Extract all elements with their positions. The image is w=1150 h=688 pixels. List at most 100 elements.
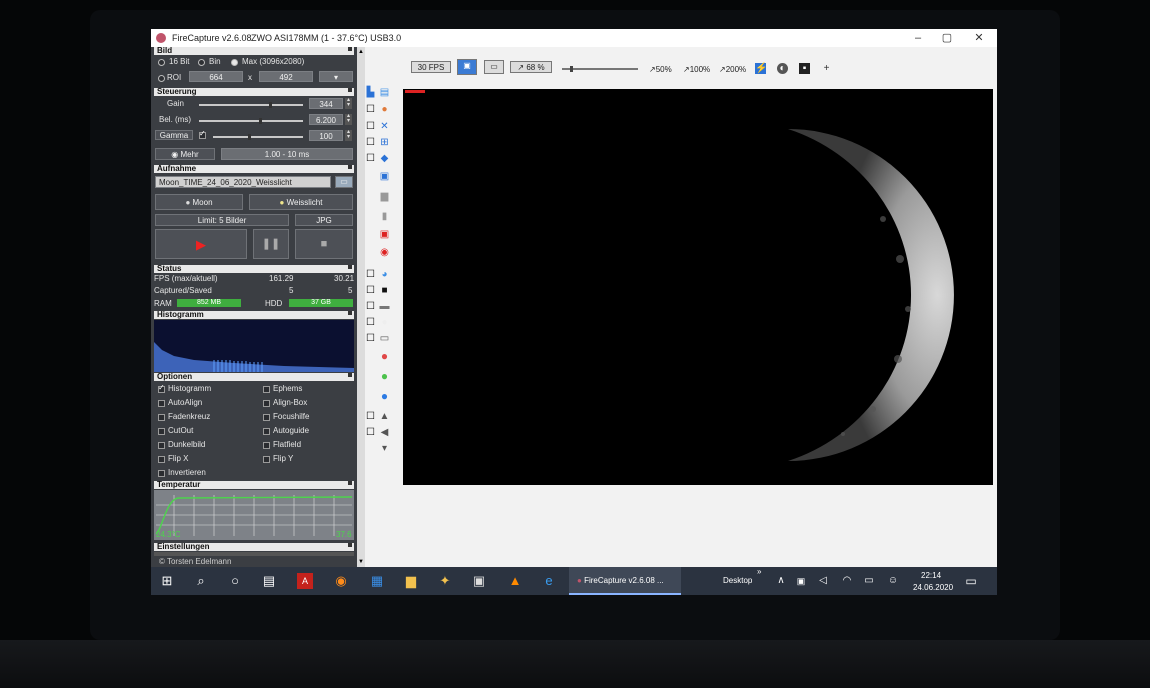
section-optionen-header[interactable]: Optionen xyxy=(154,373,354,381)
circle-icon[interactable]: ● xyxy=(379,317,390,328)
histogram-tool-icon[interactable]: ▙ xyxy=(365,87,376,98)
option-checkbox[interactable] xyxy=(263,400,270,407)
section-temperatur-header[interactable]: Temperatur xyxy=(154,481,354,489)
checkbox-icon[interactable]: ☐ xyxy=(365,137,376,148)
bar-tool-icon[interactable]: ▤ xyxy=(379,87,390,98)
pause-button[interactable]: ❚❚ xyxy=(253,229,289,259)
blue-filter-icon[interactable]: ● xyxy=(379,390,390,402)
option-checkbox[interactable] xyxy=(158,442,165,449)
gain-slider[interactable] xyxy=(199,102,303,108)
zoom-100-button[interactable]: ↗100% xyxy=(683,65,710,74)
windows-start-icon[interactable]: ⊞ xyxy=(159,573,175,589)
palette-icon[interactable]: ● xyxy=(379,104,390,115)
globe-icon[interactable]: ◐ xyxy=(777,63,788,74)
camera-icon[interactable]: ▣ xyxy=(379,171,390,182)
scroll-down-icon[interactable]: ▼ xyxy=(358,559,364,565)
show-hidden-icons[interactable]: ∧ xyxy=(773,573,789,589)
zoom-slider[interactable] xyxy=(562,66,638,72)
color-wheel-icon[interactable]: ◕ xyxy=(379,269,390,280)
clock-date[interactable]: 24.06.2020 xyxy=(913,583,953,592)
frame-icon[interactable]: ▬ xyxy=(379,301,390,312)
desktop-toolbar[interactable]: Desktop xyxy=(723,576,752,585)
slider-knob[interactable] xyxy=(259,118,262,124)
marker-icon[interactable]: ◆ xyxy=(379,153,390,164)
option-checkbox[interactable] xyxy=(263,442,270,449)
pdf-icon[interactable]: A xyxy=(297,573,313,589)
taskbar-firecapture-app[interactable]: ● FireCapture v2.6.08 ... xyxy=(569,567,681,595)
collapse-icon[interactable] xyxy=(348,481,352,485)
roi-width-field[interactable]: 664 xyxy=(189,71,243,82)
option-checkbox[interactable] xyxy=(263,456,270,463)
battery-icon[interactable]: ▭ xyxy=(861,573,877,589)
limit-button[interactable]: Limit: 5 Bilder xyxy=(155,214,289,226)
image-preview[interactable] xyxy=(403,89,993,485)
database-icon[interactable]: ▮ xyxy=(379,211,390,222)
checkbox-icon[interactable]: ☐ xyxy=(365,317,376,328)
slider-knob[interactable] xyxy=(570,66,573,72)
record-button[interactable]: ▶ xyxy=(155,229,247,259)
option-checkbox[interactable] xyxy=(263,386,270,393)
search-icon[interactable]: ⌕ xyxy=(193,573,209,589)
volume-icon[interactable]: ◁ xyxy=(815,573,831,589)
fps-button[interactable]: 30 FPS xyxy=(411,61,451,73)
collapse-icon[interactable] xyxy=(348,311,352,315)
radio-bin[interactable] xyxy=(198,59,205,66)
roi-dropdown[interactable]: ▾ xyxy=(319,71,353,82)
calendar-icon[interactable]: ▦ xyxy=(369,573,385,589)
checkbox-icon[interactable]: ☐ xyxy=(365,427,376,438)
folder-icon[interactable]: ▭ xyxy=(335,176,353,188)
store-icon[interactable]: ▣ xyxy=(471,573,487,589)
minimize-button[interactable]: – xyxy=(905,31,931,45)
collapse-icon[interactable] xyxy=(348,165,352,169)
slider-knob[interactable] xyxy=(248,134,251,140)
option-checkbox[interactable] xyxy=(158,383,165,393)
collapse-icon[interactable] xyxy=(348,47,352,51)
exposure-value[interactable]: 6.200 xyxy=(309,114,343,125)
collapse-icon[interactable] xyxy=(348,373,352,377)
gamma-slider[interactable] xyxy=(213,134,303,140)
firefox-icon[interactable]: ◉ xyxy=(333,573,349,589)
align-icon[interactable]: ⊞ xyxy=(379,137,390,148)
section-bild-header[interactable]: Bild xyxy=(154,47,354,55)
section-histogramm-header[interactable]: Histogramm xyxy=(154,311,354,319)
radio-roi[interactable] xyxy=(158,75,165,82)
option-checkbox[interactable] xyxy=(158,428,165,435)
spin-arrows-icon[interactable]: ▴ ▾ xyxy=(345,129,352,141)
cortana-icon[interactable]: ○ xyxy=(227,573,243,589)
roi-height-field[interactable]: 492 xyxy=(259,71,313,82)
moon-profile-button[interactable]: ● Moon xyxy=(155,194,243,210)
slider-knob[interactable] xyxy=(269,102,272,108)
roi-tool-icon[interactable]: ▣ xyxy=(379,229,390,240)
edge-icon[interactable]: e xyxy=(541,573,557,589)
clock-time[interactable]: 22:14 xyxy=(921,571,941,580)
collapse-icon[interactable] xyxy=(348,543,352,547)
format-button[interactable]: JPG xyxy=(295,214,353,226)
black-box-icon[interactable]: ■ xyxy=(379,285,390,296)
radio-max[interactable] xyxy=(231,59,238,66)
gamma-button[interactable]: Gamma xyxy=(155,130,193,140)
screenshot-icon[interactable]: ▪ xyxy=(799,63,810,74)
zoom-level[interactable]: ↗ 68 % xyxy=(510,61,552,73)
vlc-icon[interactable]: ▲ xyxy=(507,573,523,589)
display-icon[interactable]: ▭ xyxy=(379,333,390,344)
green-filter-icon[interactable]: ● xyxy=(379,370,390,382)
weisslicht-profile-button[interactable]: ● Weisslicht xyxy=(249,194,353,210)
fit-view-icon[interactable]: ▣ xyxy=(457,59,477,75)
checkbox-icon[interactable]: ☐ xyxy=(365,153,376,164)
star-tool-icon[interactable]: ✦ xyxy=(437,573,453,589)
notifications-icon[interactable]: ▭ xyxy=(963,573,979,589)
exposure-range[interactable]: 1.00 - 10 ms xyxy=(221,148,353,160)
spin-arrows-icon[interactable]: ▴ ▾ xyxy=(345,113,352,125)
checkbox-icon[interactable]: ☐ xyxy=(365,301,376,312)
more-tools-icon[interactable]: ▾ xyxy=(379,443,390,454)
checkbox-icon[interactable]: ☐ xyxy=(365,285,376,296)
add-icon[interactable]: + xyxy=(821,63,832,74)
checkbox-icon[interactable]: ☐ xyxy=(365,104,376,115)
monitor-icon[interactable]: ▭ xyxy=(484,60,504,74)
collapse-icon[interactable] xyxy=(348,265,352,269)
task-view-icon[interactable]: ▤ xyxy=(261,573,277,589)
collapse-icon[interactable] xyxy=(348,88,352,92)
section-steuerung-header[interactable]: Steuerung xyxy=(154,88,354,96)
close-button[interactable]: ✕ xyxy=(966,31,992,45)
spin-arrows-icon[interactable]: ▴ ▾ xyxy=(345,97,352,109)
